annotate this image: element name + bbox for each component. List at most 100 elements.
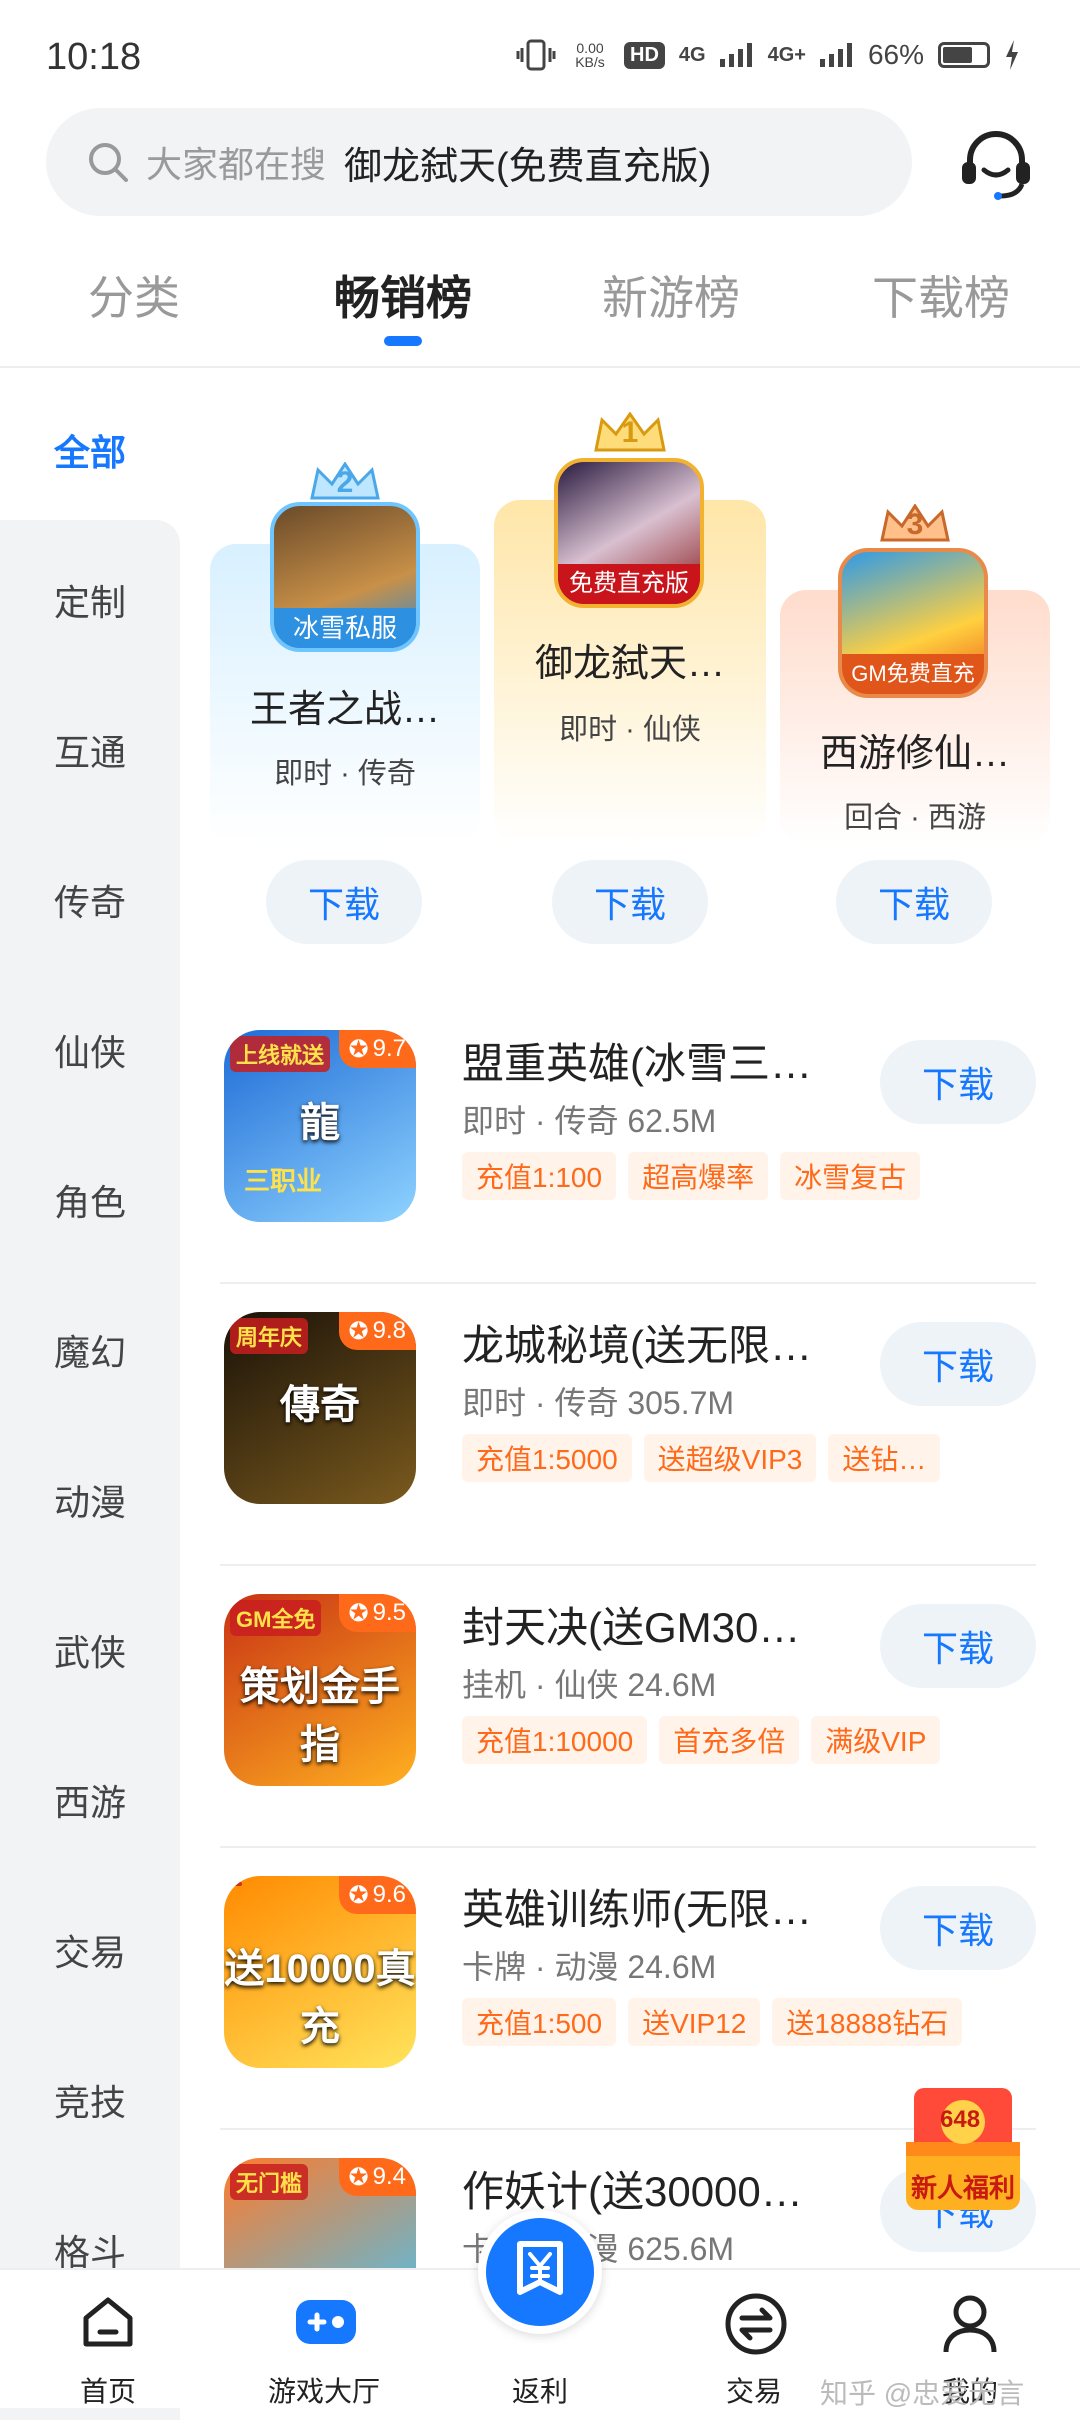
gamepad-icon	[296, 2300, 356, 2344]
game-tag: 充值1:500	[462, 1998, 617, 2046]
rank-2-label: 2	[336, 466, 354, 499]
tab-category[interactable]: 分类	[88, 262, 180, 328]
customer-service-icon[interactable]	[956, 124, 1036, 204]
battery-percent: 66%	[867, 39, 924, 70]
rebate-fab-button[interactable]	[478, 2210, 602, 2334]
status-bar: 10:18 0.00 KB/s HD 4G 4G+ 66%	[0, 0, 1080, 110]
star-icon: ✪	[348, 1881, 369, 1909]
user-icon	[943, 2295, 997, 2353]
search-icon	[89, 143, 128, 182]
rank-1-label: 1	[621, 416, 639, 449]
game-title: 龙城秘境(送无限…	[462, 1322, 812, 1369]
search-hot-keyword: 御龙弑天(免费直充版)	[344, 145, 712, 188]
nav-home[interactable]: 首页	[28, 2270, 188, 2410]
rating-value: 9.4	[372, 2163, 406, 2190]
list-item[interactable]: GM全免 策划金手指 ✪ 9.5 封天决(送GM30… 挂机 · 仙侠 24.6M…	[220, 1564, 1036, 1844]
exchange-icon	[725, 2293, 787, 2355]
rank-1-badge: 免费直充版	[558, 564, 700, 604]
gift-amount: 648	[940, 2106, 981, 2133]
icon-top-text: 无门槛	[230, 2164, 309, 2200]
search-placeholder: 大家都在搜	[146, 144, 327, 185]
rank-2-download-button[interactable]: 下载	[266, 860, 422, 944]
new-user-gift-button[interactable]: 648 新人福利	[892, 2082, 1034, 2216]
rating-value: 9.5	[372, 1599, 406, 1626]
list-item[interactable]: 周年庆 傳奇 ✪ 9.8 龙城秘境(送无限… 即时 · 传奇 305.7M 充值1…	[220, 1282, 1036, 1562]
rank-1-download-button[interactable]: 下载	[552, 860, 708, 944]
net-speed: 0.00 KB/s	[575, 40, 605, 70]
status-icons: 0.00 KB/s HD 4G 4G+ 66%	[516, 38, 1020, 72]
tab-new-games[interactable]: 新游榜	[602, 262, 740, 328]
star-icon: ✪	[348, 2163, 369, 2191]
game-tag: 送钻…	[828, 1434, 941, 1482]
game-icon-rank-3[interactable]: GM免费直充	[838, 548, 988, 698]
download-button[interactable]: 下载	[880, 1604, 1036, 1688]
signal-icon	[719, 43, 752, 67]
gift-label: 新人福利	[910, 2173, 1015, 2203]
game-tags: 充值1:10000 首充多倍 满级VIP	[462, 1716, 941, 1764]
network-4g: 4G	[678, 43, 706, 66]
game-icon[interactable]: 上线就送 龍 三职业 ✪ 9.7	[224, 1030, 416, 1222]
watermark: 知乎 @忠爱无言	[820, 2378, 1025, 2409]
sidebar-background	[0, 520, 180, 2420]
tab-indicator	[384, 336, 422, 346]
rank-1-tags: 即时 · 仙侠	[559, 714, 701, 746]
sidebar-item-anime[interactable]: 动漫	[0, 1474, 180, 1526]
sidebar-item-legend[interactable]: 传奇	[0, 874, 180, 926]
game-icon-rank-1[interactable]: 免费直充版	[554, 458, 704, 608]
icon-top-text: 周年庆	[230, 1318, 309, 1354]
game-tag: 送超级VIP3	[643, 1434, 817, 1482]
game-meta: 卡牌 · 动漫 24.6M	[462, 1949, 717, 1985]
sidebar-item-trade[interactable]: 交易	[0, 1924, 180, 1976]
download-button[interactable]: 下载	[880, 1886, 1036, 1970]
game-icon-rank-2[interactable]: 冰雪私服	[270, 502, 420, 652]
rank-3-name: 西游修仙…	[819, 733, 1010, 775]
game-title: 英雄训练师(无限…	[462, 1886, 812, 1933]
icon-main-text: 傳奇	[280, 1383, 360, 1427]
nav-rebate-label: 返利	[511, 2376, 568, 2407]
game-tags: 充值1:5000 送超级VIP3 送钻…	[462, 1434, 941, 1482]
rating-value: 9.8	[372, 1317, 406, 1344]
search-bar[interactable]: 大家都在搜 御龙弑天(免费直充版)	[46, 108, 912, 216]
crown-icon-rank-1: 1	[592, 411, 668, 462]
star-icon: ✪	[348, 1035, 369, 1063]
signal-icon-2	[819, 43, 852, 67]
nav-trade-label: 交易	[725, 2376, 782, 2407]
star-icon: ✪	[348, 1599, 369, 1627]
game-meta: 即时 · 传奇 62.5M	[462, 1103, 717, 1139]
rating-badge: ✪ 9.7	[338, 1030, 416, 1068]
game-icon[interactable]: 周年庆 傳奇 ✪ 9.8	[224, 1312, 416, 1504]
game-icon[interactable]: GM全免 策划金手指 ✪ 9.5	[224, 1594, 416, 1786]
nav-game-hall[interactable]: 游戏大厅	[244, 2270, 404, 2410]
sidebar-item-wuxia[interactable]: 武侠	[0, 1624, 180, 1676]
rebate-icon	[517, 2241, 563, 2295]
rating-value: 9.7	[372, 1035, 406, 1062]
tab-bestseller[interactable]: 畅销榜	[334, 262, 472, 328]
nav-trade[interactable]: 交易	[674, 2270, 834, 2410]
sidebar-item-custom[interactable]: 定制	[0, 574, 180, 626]
sidebar-item-crossplay[interactable]: 互通	[0, 724, 180, 776]
sidebar-item-xianxia[interactable]: 仙侠	[0, 1024, 180, 1076]
game-tag: 送18888钻石	[772, 1998, 963, 2046]
sidebar-item-all[interactable]: 全部	[0, 424, 180, 476]
game-tag: 满级VIP	[811, 1716, 941, 1764]
game-icon[interactable]: 送10000真充 ✪ 9.6	[224, 1876, 416, 2068]
game-title: 封天决(送GM30…	[462, 1604, 801, 1651]
game-tags: 充值1:100 超高爆率 冰雪复古	[462, 1152, 921, 1200]
icon-sub-text: 三职业	[244, 1166, 323, 1196]
icon-main-text: 送10000真充	[224, 1947, 416, 2049]
download-button[interactable]: 下载	[880, 1322, 1036, 1406]
home-icon	[83, 2297, 133, 2347]
rank-3-badge: GM免费直充	[842, 654, 984, 694]
list-item[interactable]: 上线就送 龍 三职业 ✪ 9.7 盟重英雄(冰雪三… 即时 · 传奇 62.5M …	[220, 1000, 1036, 1280]
sidebar-item-rpg[interactable]: 角色	[0, 1174, 180, 1226]
rank-3-download-button[interactable]: 下载	[836, 860, 992, 944]
sidebar-item-journey-west[interactable]: 西游	[0, 1774, 180, 1826]
sidebar-item-fantasy[interactable]: 魔幻	[0, 1324, 180, 1376]
nav-home-label: 首页	[79, 2376, 136, 2407]
tab-downloads[interactable]: 下载榜	[872, 262, 1010, 328]
battery-icon	[938, 42, 990, 68]
download-button[interactable]: 下载	[880, 1040, 1036, 1124]
nav-game-hall-label: 游戏大厅	[267, 2376, 380, 2407]
rank-3-tags: 回合 · 西游	[844, 802, 986, 834]
sidebar-item-competitive[interactable]: 竞技	[0, 2074, 180, 2126]
